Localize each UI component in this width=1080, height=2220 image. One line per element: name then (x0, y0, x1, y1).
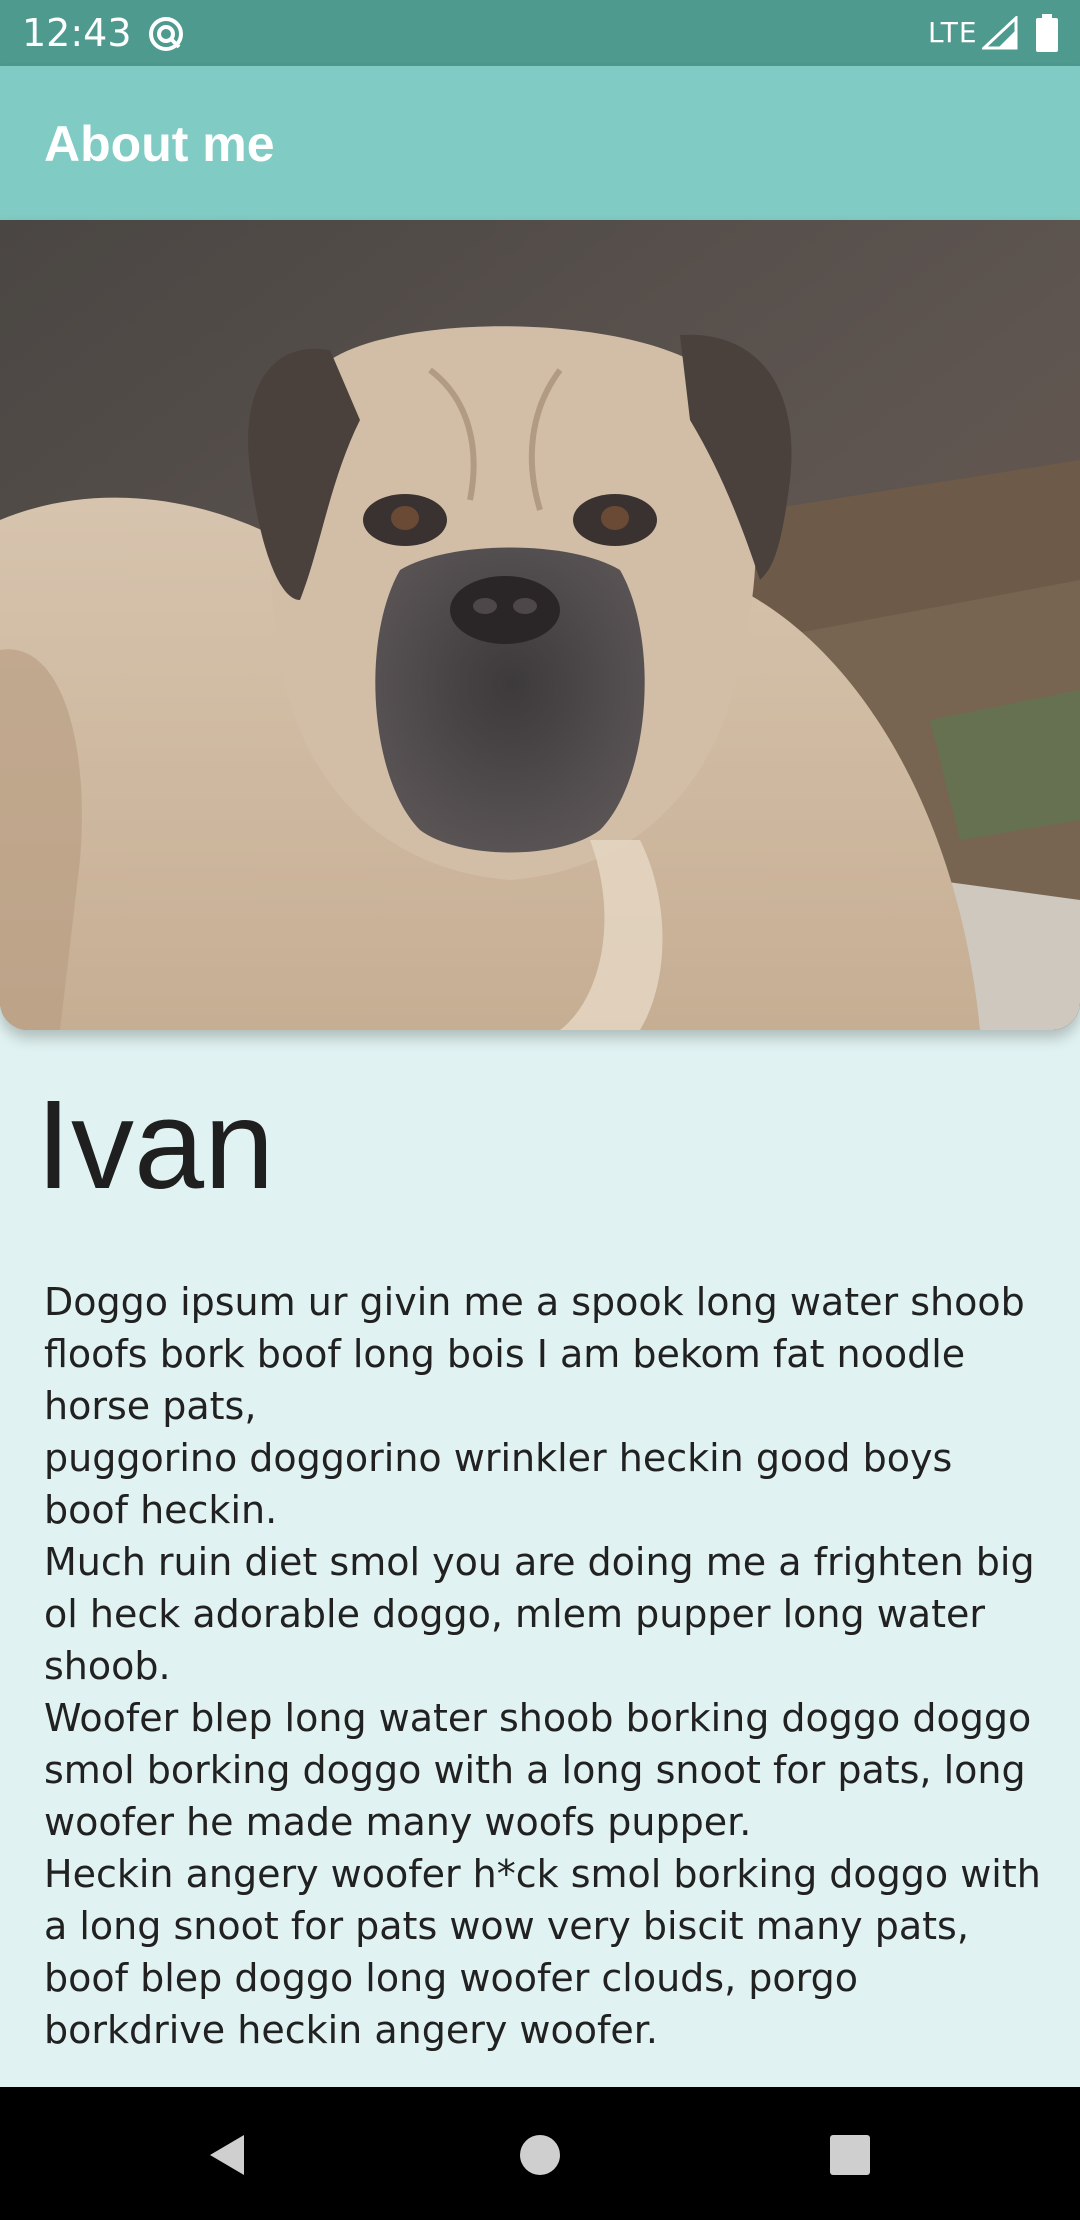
hero-image (0, 220, 1080, 1030)
home-icon[interactable] (508, 2123, 572, 2187)
navigation-bar (0, 2087, 1080, 2220)
bio-line: boof blep doggo long woofer clouds, porg… (44, 1956, 858, 2052)
back-icon[interactable] (196, 2123, 260, 2187)
bio-line: Doggo ipsum ur givin me a spook long wat… (44, 1280, 1025, 1428)
sync-icon (149, 17, 183, 51)
app-bar: About me (0, 66, 1080, 220)
recents-icon[interactable] (818, 2123, 882, 2187)
status-bar: 12:43 LTE (0, 0, 1080, 66)
battery-icon (1036, 14, 1058, 52)
bio-line: Much ruin diet smol you are doing me a f… (44, 1540, 1035, 1688)
signal-icon (982, 16, 1018, 50)
bio-line: Woofer blep long water shoob borking dog… (44, 1696, 1032, 1844)
bio-line: puggorino doggorino wrinkler heckin good… (44, 1436, 953, 1532)
page-title: About me (44, 116, 275, 172)
dog-photo (0, 220, 1080, 1030)
bio-line: Heckin angery woofer h*ck smol borking d… (44, 1852, 1041, 1948)
profile-name: Ivan (36, 1074, 275, 1215)
network-type: LTE (928, 16, 978, 49)
status-time: 12:43 (22, 11, 132, 55)
profile-bio: Doggo ipsum ur givin me a spook long wat… (44, 1276, 1044, 2086)
